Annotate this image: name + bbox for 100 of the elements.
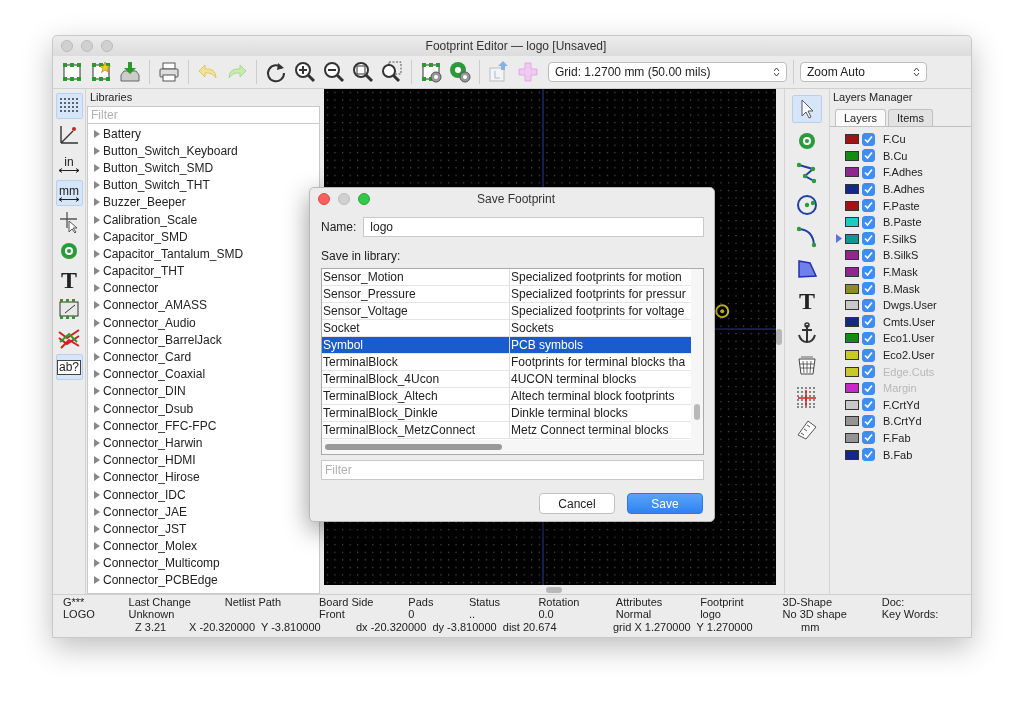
units-button[interactable]: mm [55,180,83,206]
layer-color-swatch[interactable] [845,233,859,244]
layer-checkbox[interactable] [862,265,875,279]
expand-arrow-icon[interactable] [94,370,100,379]
text-check-button[interactable]: ab? [55,354,83,380]
expand-arrow-icon[interactable] [94,490,100,499]
expand-arrow-icon[interactable] [94,438,100,447]
layer-name[interactable]: B.CrtYd [883,415,922,428]
library-item[interactable]: Connector_JAE [103,504,188,519]
layer-checkbox[interactable] [862,315,875,329]
units-button[interactable]: in [55,151,83,177]
layer-checkbox[interactable] [862,199,875,213]
expand-arrow-icon[interactable] [94,353,100,362]
expand-arrow-icon[interactable] [94,284,100,293]
expand-arrow-icon[interactable] [94,524,100,533]
library-row[interactable]: Sensor_Pressure Specialized footprints for pressur [322,286,691,303]
expand-arrow-icon[interactable] [94,267,100,276]
layer-color-swatch[interactable] [845,200,859,211]
expand-arrow-icon[interactable] [94,421,100,430]
layer-checkbox[interactable] [862,348,875,362]
layer-name[interactable]: B.Fab [883,448,913,461]
expand-arrow-icon[interactable] [94,559,100,568]
zoom-fit-icon[interactable] [350,59,376,85]
library-item[interactable]: Capacitor_THT [103,264,185,279]
cancel-button[interactable]: Cancel [539,493,615,514]
library-item[interactable]: Connector_Audio [103,315,196,330]
expand-arrow-icon[interactable] [94,318,100,327]
layer-checkbox[interactable] [862,248,875,262]
library-item[interactable]: Capacitor_Tantalum_SMD [103,246,244,261]
expand-arrow-icon[interactable] [94,542,100,551]
grid-dropdown[interactable]: Grid: 1.2700 mm (50.00 mils) [548,62,787,82]
layer-color-swatch[interactable] [845,167,859,178]
layer-checkbox[interactable] [862,149,875,163]
layer-checkbox[interactable] [862,232,875,246]
layer-name[interactable]: B.Paste [883,216,922,229]
pad-gear-icon[interactable] [447,59,473,85]
layer-name[interactable]: F.Paste [883,199,920,212]
layer-color-swatch[interactable] [845,316,859,327]
layer-checkbox[interactable] [862,132,875,146]
layer-name[interactable]: Dwgs.User [883,299,937,312]
library-item[interactable]: Connector_DIN [103,384,186,399]
layer-name[interactable]: F.SilkS [883,232,917,245]
layer-color-swatch[interactable] [845,350,859,360]
expand-arrow-icon[interactable] [94,249,100,258]
zoom-in-icon[interactable] [292,59,318,85]
layer-name[interactable]: Cmts.User [883,315,935,328]
library-item[interactable]: Connector_FFC-FPC [103,418,217,433]
library-item[interactable]: Connector_JST [103,521,187,536]
expand-arrow-icon[interactable] [94,146,100,155]
library-item[interactable]: Buzzer_Beeper [103,195,186,210]
layer-name[interactable]: B.Cu [883,149,908,162]
layer-checkbox[interactable] [862,215,875,229]
scrollbar-thumb[interactable] [546,586,562,593]
library-row[interactable]: TerminalBlock_Dinkle Dinkle terminal blocks [322,405,691,422]
library-row[interactable]: Sensor_Voltage Specialized footprints for voltage [322,303,691,320]
layer-color-swatch[interactable] [845,433,859,443]
library-item[interactable]: Button_Switch_THT [103,178,210,193]
library-item[interactable]: Connector_IDC [103,487,186,502]
library-item[interactable]: Button_Switch_SMD [103,160,214,175]
library-item[interactable]: Connector_Multicomp [103,556,220,571]
pointer-icon[interactable] [792,95,822,123]
expand-arrow-icon[interactable] [94,198,100,207]
expand-arrow-icon[interactable] [94,507,100,516]
library-row[interactable]: TerminalBlock_4Ucon 4UCON terminal blocks [322,371,691,388]
scrollbar-thumb[interactable] [694,404,700,421]
library-item[interactable]: Connector_Harwin [103,435,203,450]
layer-checkbox[interactable] [862,431,875,445]
library-item[interactable]: Capacitor_SMD [103,229,188,244]
download-tray-icon[interactable] [117,59,143,85]
library-item[interactable]: Connector_AMASS [103,298,208,313]
expand-arrow-icon[interactable] [94,301,100,310]
layer-color-swatch[interactable] [845,399,859,410]
layer-checkbox[interactable] [862,182,875,196]
library-item[interactable]: Connector_Card [103,350,192,365]
layer-name[interactable]: F.Adhes [883,166,923,179]
layer-color-swatch[interactable] [845,134,859,145]
tab[interactable]: Layers [835,109,887,126]
layer-color-swatch[interactable] [845,150,859,161]
library-row[interactable]: TerminalBlock Footprints for terminal blocks tha [322,354,691,371]
scrollbar-thumb[interactable] [325,444,502,451]
layer-checkbox[interactable] [862,282,875,296]
zoom-selection-icon[interactable] [379,59,405,85]
library-item[interactable]: Calibration_Scale [103,212,198,227]
expand-arrow-icon[interactable] [94,456,100,465]
layer-checkbox[interactable] [862,398,875,412]
library-item[interactable]: Connector_HDMI [103,453,196,468]
name-field[interactable]: logo [363,217,704,237]
layer-color-swatch[interactable] [845,184,859,195]
zoom-button[interactable] [358,192,370,205]
layer-name[interactable]: F.Cu [883,133,906,146]
expand-arrow-icon[interactable] [94,576,100,585]
layer-checkbox[interactable] [862,166,875,179]
zoom-dropdown[interactable]: Zoom Auto [800,62,927,82]
layer-color-swatch[interactable] [845,300,859,311]
library-item[interactable]: Connector [103,281,159,296]
expand-arrow-icon[interactable] [94,473,100,482]
close-button[interactable] [318,192,330,205]
layer-name[interactable]: F.CrtYd [883,398,920,411]
library-item[interactable]: Connector_Dsub [103,401,194,416]
layer-checkbox[interactable] [862,298,875,312]
